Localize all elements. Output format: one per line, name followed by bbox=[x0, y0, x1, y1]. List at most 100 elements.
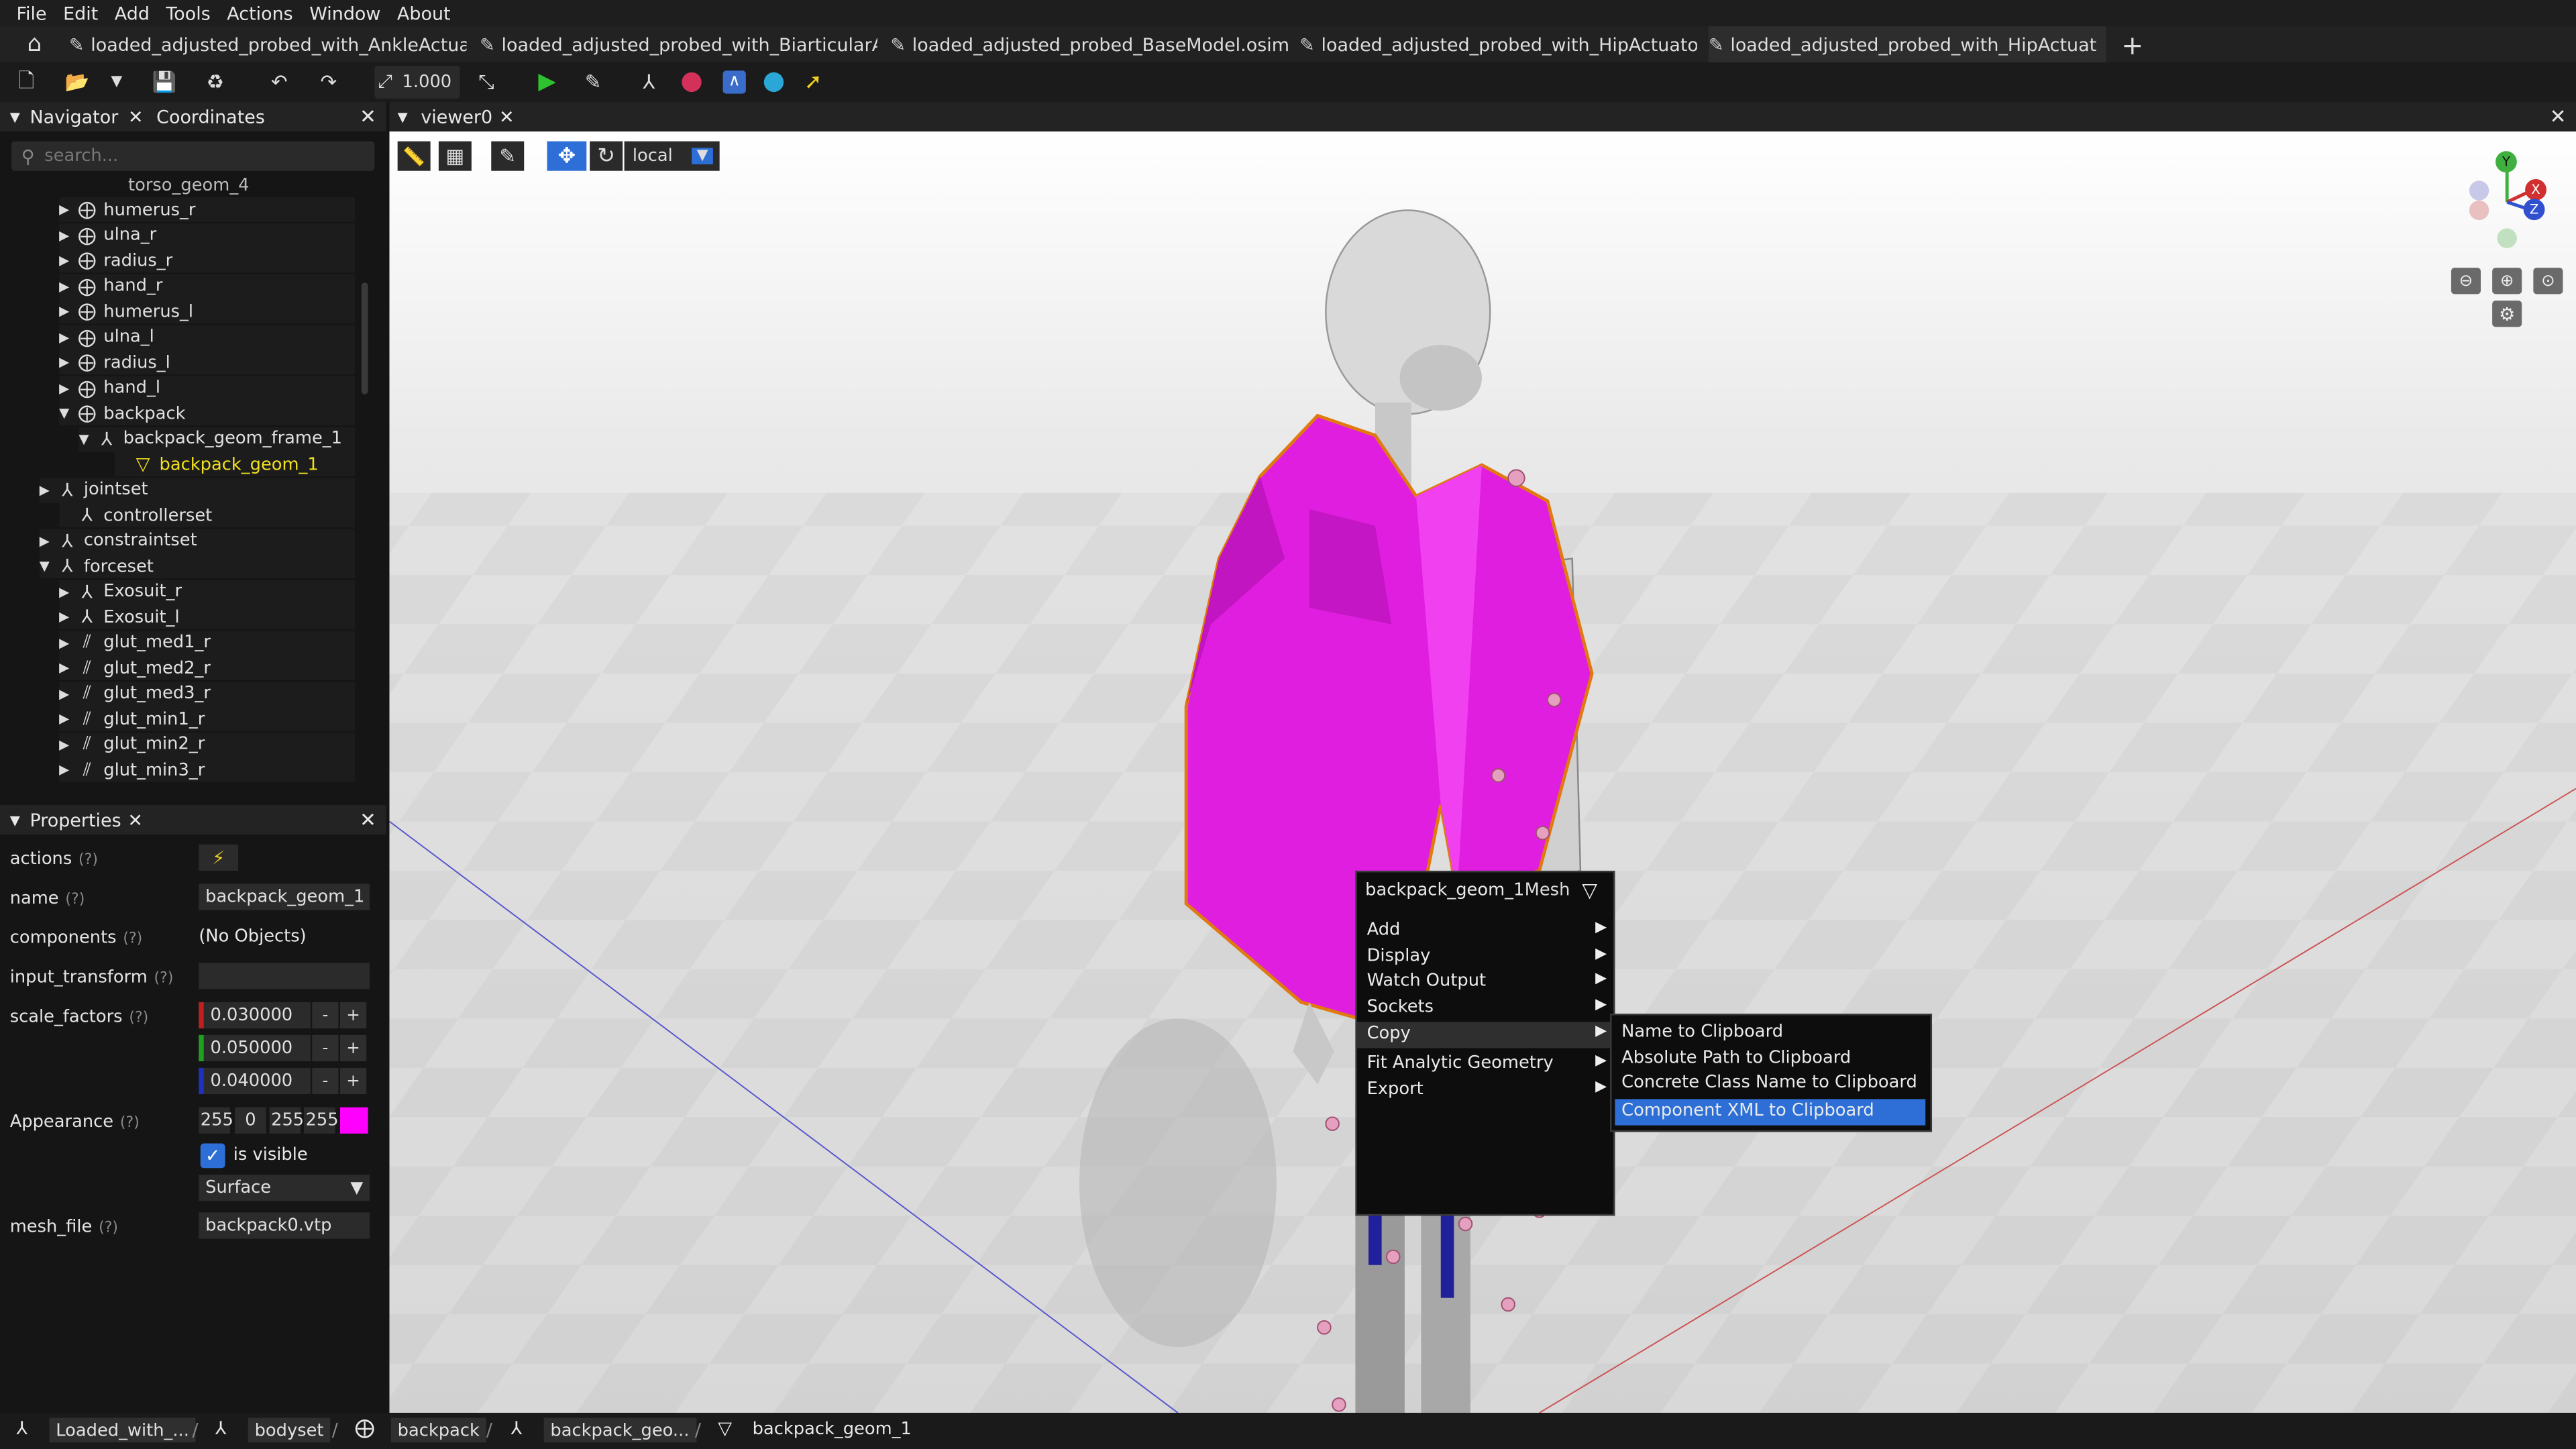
collapsed-arrow-icon[interactable]: ▶ bbox=[59, 227, 75, 242]
collapsed-arrow-icon[interactable]: ▶ bbox=[59, 329, 75, 344]
tree-row[interactable]: ▶ ⨁ ulna_r bbox=[59, 222, 355, 248]
collapse-icon[interactable]: ▼ bbox=[10, 109, 20, 124]
breadcrumb-bodyset[interactable]: bodyset bbox=[248, 1417, 331, 1443]
close-viewer-tab-icon[interactable]: ✕ bbox=[499, 106, 515, 127]
menu-item-copy[interactable]: Copy ▶ bbox=[1356, 1022, 1613, 1049]
save-button[interactable]: 💾 bbox=[148, 66, 180, 99]
axis-x-handle[interactable]: X bbox=[2525, 178, 2546, 201]
close-navigator-icon[interactable]: ✕ bbox=[128, 106, 144, 127]
rotate-tool-button[interactable]: ↻ bbox=[590, 141, 623, 171]
open-file-button[interactable]: 📂 bbox=[59, 66, 95, 99]
collapsed-arrow-icon[interactable]: ▶ bbox=[59, 304, 75, 319]
tree-row[interactable]: ⅄ controllerset bbox=[59, 502, 355, 528]
scene-options-button[interactable]: ▦ bbox=[438, 141, 472, 171]
collapsed-arrow-icon[interactable]: ▶ bbox=[59, 660, 75, 675]
scale-x-increment[interactable]: + bbox=[339, 1002, 367, 1029]
viewer-tab[interactable]: viewer0 bbox=[421, 106, 492, 127]
scale-y-field[interactable]: 0.050000 bbox=[199, 1034, 311, 1062]
edit-sim-params-button[interactable]: ✎ bbox=[575, 66, 611, 99]
collapsed-arrow-icon[interactable]: ▶ bbox=[59, 253, 75, 268]
actions-button[interactable]: ⚡ bbox=[199, 844, 239, 871]
color-g-field[interactable]: 0 bbox=[235, 1107, 266, 1134]
collapsed-arrow-icon[interactable]: ▶ bbox=[40, 533, 56, 548]
expanded-arrow-icon[interactable]: ▼ bbox=[79, 431, 95, 446]
tree-row[interactable]: ▶ ⫽ glut_med3_r bbox=[59, 681, 355, 706]
tree-row[interactable]: ▶ ⫽ glut_min1_r bbox=[59, 706, 355, 731]
add-body-button[interactable]: ⅄ bbox=[631, 66, 667, 99]
collapsed-arrow-icon[interactable]: ▶ bbox=[59, 635, 75, 650]
scale-x-field[interactable]: 0.030000 bbox=[199, 1002, 311, 1029]
input-transform-field[interactable] bbox=[199, 963, 370, 989]
menu-item-export[interactable]: Export ▶ bbox=[1357, 1079, 1613, 1104]
add-force-button[interactable]: ➚ bbox=[795, 66, 831, 99]
properties-title[interactable]: Properties bbox=[30, 809, 121, 830]
menu-window[interactable]: Window bbox=[301, 3, 389, 24]
axis-y-handle[interactable]: Y bbox=[2496, 151, 2517, 173]
tab-biarticular[interactable]: ✎ loaded_adjusted_probed_with_Biarticular… bbox=[480, 26, 877, 62]
add-tab-button[interactable]: + bbox=[2116, 26, 2149, 62]
collapse-icon[interactable]: ▼ bbox=[398, 109, 408, 124]
menu-tools[interactable]: Tools bbox=[158, 3, 219, 24]
tree-row[interactable]: ▶ ⨁ radius_l bbox=[59, 350, 355, 375]
collapsed-arrow-icon[interactable]: ▶ bbox=[59, 737, 75, 751]
tree-row[interactable]: ▶ ⫽ glut_min2_r bbox=[59, 732, 355, 757]
search-input[interactable]: ⚲ search... bbox=[11, 141, 375, 171]
collapsed-arrow-icon[interactable]: ▶ bbox=[59, 202, 75, 217]
collapsed-arrow-icon[interactable]: ▶ bbox=[59, 762, 75, 777]
tree-row[interactable]: ▼ ⨁ backpack bbox=[59, 400, 355, 426]
simulate-button[interactable]: ▶ bbox=[529, 66, 566, 99]
menu-item-display[interactable]: Display ▶ bbox=[1357, 947, 1613, 971]
collapsed-arrow-icon[interactable]: ▶ bbox=[59, 584, 75, 599]
tree-row[interactable]: ▶ ⅄ Exosuit_r bbox=[59, 579, 355, 604]
copy-absolute-path-item[interactable]: Absolute Path to Clipboard bbox=[1611, 1048, 1930, 1073]
tab-coordinates[interactable]: Coordinates bbox=[156, 106, 265, 127]
tab-hip-actuator[interactable]: ✎ loaded_adjusted_probed_with_HipActuator… bbox=[1299, 26, 1697, 62]
copy-component-xml-item[interactable]: Component XML to Clipboard bbox=[1615, 1099, 1926, 1126]
scale-z-decrement[interactable]: - bbox=[312, 1067, 339, 1095]
menu-about[interactable]: About bbox=[389, 3, 459, 24]
collapsed-arrow-icon[interactable]: ▶ bbox=[59, 610, 75, 625]
redo-button[interactable]: ↷ bbox=[312, 66, 345, 99]
menu-add[interactable]: Add bbox=[107, 3, 158, 24]
close-panel-icon[interactable]: ✕ bbox=[2550, 105, 2567, 128]
tree-row[interactable]: ▶ ⨁ hand_r bbox=[59, 273, 355, 299]
collapse-icon[interactable]: ▼ bbox=[10, 812, 20, 827]
color-r-field[interactable]: 255 bbox=[199, 1107, 233, 1134]
close-properties-tab-icon[interactable]: ✕ bbox=[127, 809, 143, 830]
name-field[interactable]: backpack_geom_1 bbox=[199, 883, 370, 910]
scale-x-decrement[interactable]: - bbox=[312, 1002, 339, 1029]
axes-gizmo[interactable]: Y X Z bbox=[2449, 145, 2555, 260]
axis-z-handle[interactable]: Z bbox=[2523, 199, 2545, 221]
mesh-file-field[interactable]: backpack0.vtp bbox=[199, 1212, 370, 1239]
measure-tool-button[interactable]: 📏 bbox=[397, 141, 431, 171]
zoom-out-button[interactable]: ⊖ bbox=[2451, 268, 2481, 294]
breadcrumb-geom-frame[interactable]: backpack_geo... bbox=[543, 1417, 696, 1443]
home-tab[interactable]: ⌂ bbox=[13, 26, 56, 62]
edit-tool-button[interactable]: ✎ bbox=[491, 141, 525, 171]
tree-row[interactable]: ▶ ⅄ constraintset bbox=[39, 528, 355, 553]
menu-actions[interactable]: Actions bbox=[219, 3, 301, 24]
scale-y-decrement[interactable]: - bbox=[312, 1034, 339, 1062]
collapsed-arrow-icon[interactable]: ▶ bbox=[59, 711, 75, 726]
navigator-scrollbar[interactable] bbox=[361, 282, 368, 394]
breadcrumb-model[interactable]: Loaded_with_... bbox=[49, 1417, 196, 1443]
menu-item-add[interactable]: Add ▶ bbox=[1357, 920, 1613, 945]
tree-row[interactable]: ▶ ⨁ humerus_l bbox=[59, 299, 355, 324]
tree-row[interactable]: ▼ ⅄ backpack_geom_frame_1 bbox=[78, 426, 355, 451]
close-panel-icon[interactable]: ✕ bbox=[360, 808, 376, 831]
tab-navigator[interactable]: Navigator bbox=[30, 106, 118, 127]
tree-row[interactable]: ▶ ⨁ hand_l bbox=[59, 375, 355, 400]
scale-z-increment[interactable]: + bbox=[339, 1067, 367, 1095]
3d-viewport[interactable] bbox=[389, 131, 2576, 1413]
tree-row[interactable]: ▶ ⨁ ulna_l bbox=[59, 324, 355, 350]
expanded-arrow-icon[interactable]: ▼ bbox=[59, 406, 75, 421]
collapsed-arrow-icon[interactable]: ▶ bbox=[59, 686, 75, 700]
tree-row[interactable]: ▶ ⫽ glut_min3_r bbox=[59, 757, 355, 782]
tree-row[interactable]: ▶ ⫽ glut_med2_r bbox=[59, 655, 355, 680]
menu-item-watch-output[interactable]: Watch Output ▶ bbox=[1357, 971, 1613, 996]
color-a-field[interactable]: 255 bbox=[304, 1107, 339, 1134]
tab-basemodel[interactable]: ✎ loaded_adjusted_probed_BaseModel.osim bbox=[890, 26, 1288, 62]
copy-name-item[interactable]: Name to Clipboard bbox=[1611, 1022, 1930, 1046]
camera-settings-button[interactable]: ⚙ bbox=[2492, 301, 2522, 327]
breadcrumb-backpack[interactable]: backpack bbox=[390, 1417, 486, 1443]
